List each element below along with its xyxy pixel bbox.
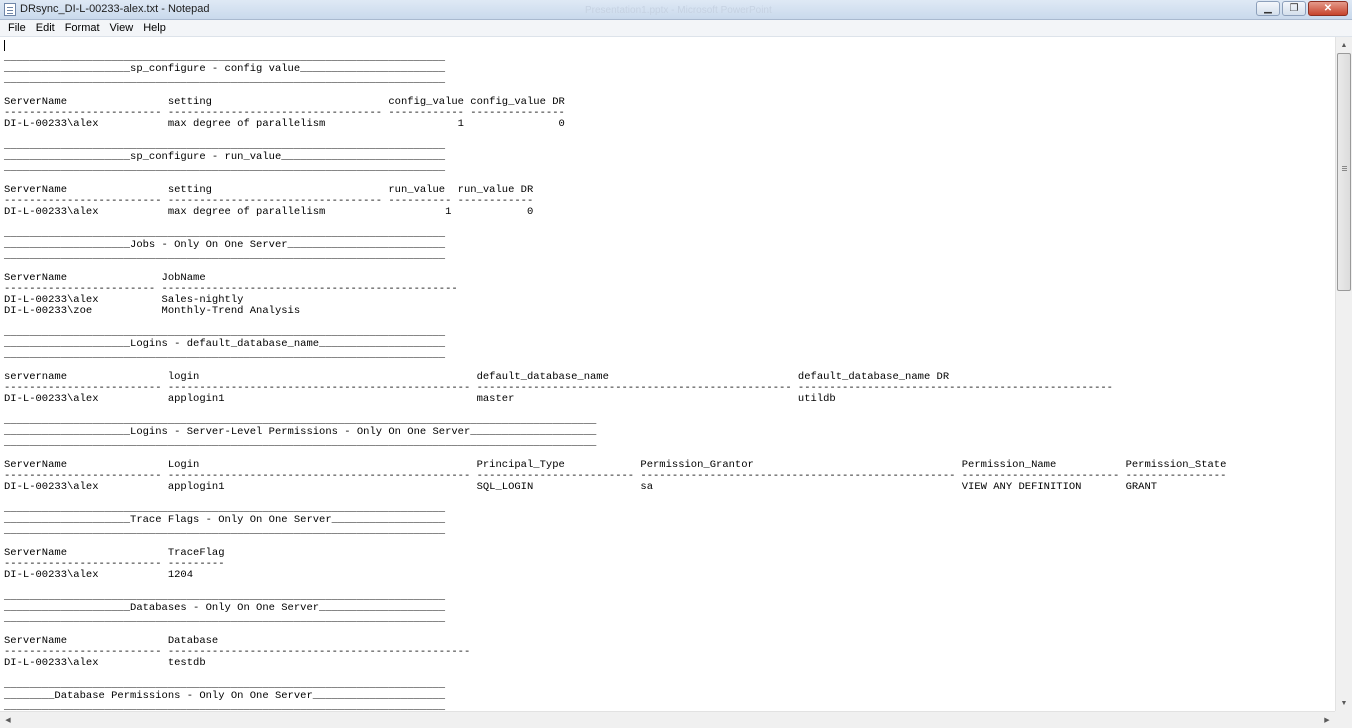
menu-edit[interactable]: Edit [31, 22, 60, 34]
scroll-up-arrow-icon[interactable]: ▲ [1336, 37, 1352, 53]
menu-format[interactable]: Format [60, 22, 105, 34]
menu-file[interactable]: File [3, 22, 31, 34]
text-editor[interactable]: ________________________________________… [0, 37, 1335, 711]
document-text[interactable]: ________________________________________… [4, 42, 1226, 712]
background-window-title: Presentation1.pptx - Microsoft PowerPoin… [585, 5, 772, 16]
window-controls: ▁ ❐ ✕ [1256, 1, 1348, 17]
menu-help[interactable]: Help [138, 22, 171, 34]
scroll-right-arrow-icon[interactable]: ▶ [1319, 712, 1335, 728]
title-bar: DRsync_DI-L-00233-alex.txt - Notepad Pre… [0, 0, 1352, 20]
restore-button[interactable]: ❐ [1282, 1, 1306, 16]
menu-view[interactable]: View [105, 22, 139, 34]
scroll-down-arrow-icon[interactable]: ▼ [1336, 695, 1352, 711]
minimize-button[interactable]: ▁ [1256, 1, 1280, 16]
window-title: DRsync_DI-L-00233-alex.txt - Notepad [20, 3, 210, 15]
grip-icon [1342, 166, 1347, 167]
vertical-scrollbar[interactable]: ▲ ▼ [1335, 37, 1352, 711]
close-button[interactable]: ✕ [1308, 1, 1348, 16]
horizontal-scrollbar[interactable]: ◀ ▶ [0, 711, 1335, 728]
size-grip[interactable] [1335, 711, 1352, 728]
scroll-left-arrow-icon[interactable]: ◀ [0, 712, 16, 728]
vertical-scroll-thumb[interactable] [1337, 53, 1351, 291]
notepad-icon[interactable] [4, 3, 16, 16]
menu-bar: File Edit Format View Help [0, 20, 1352, 37]
